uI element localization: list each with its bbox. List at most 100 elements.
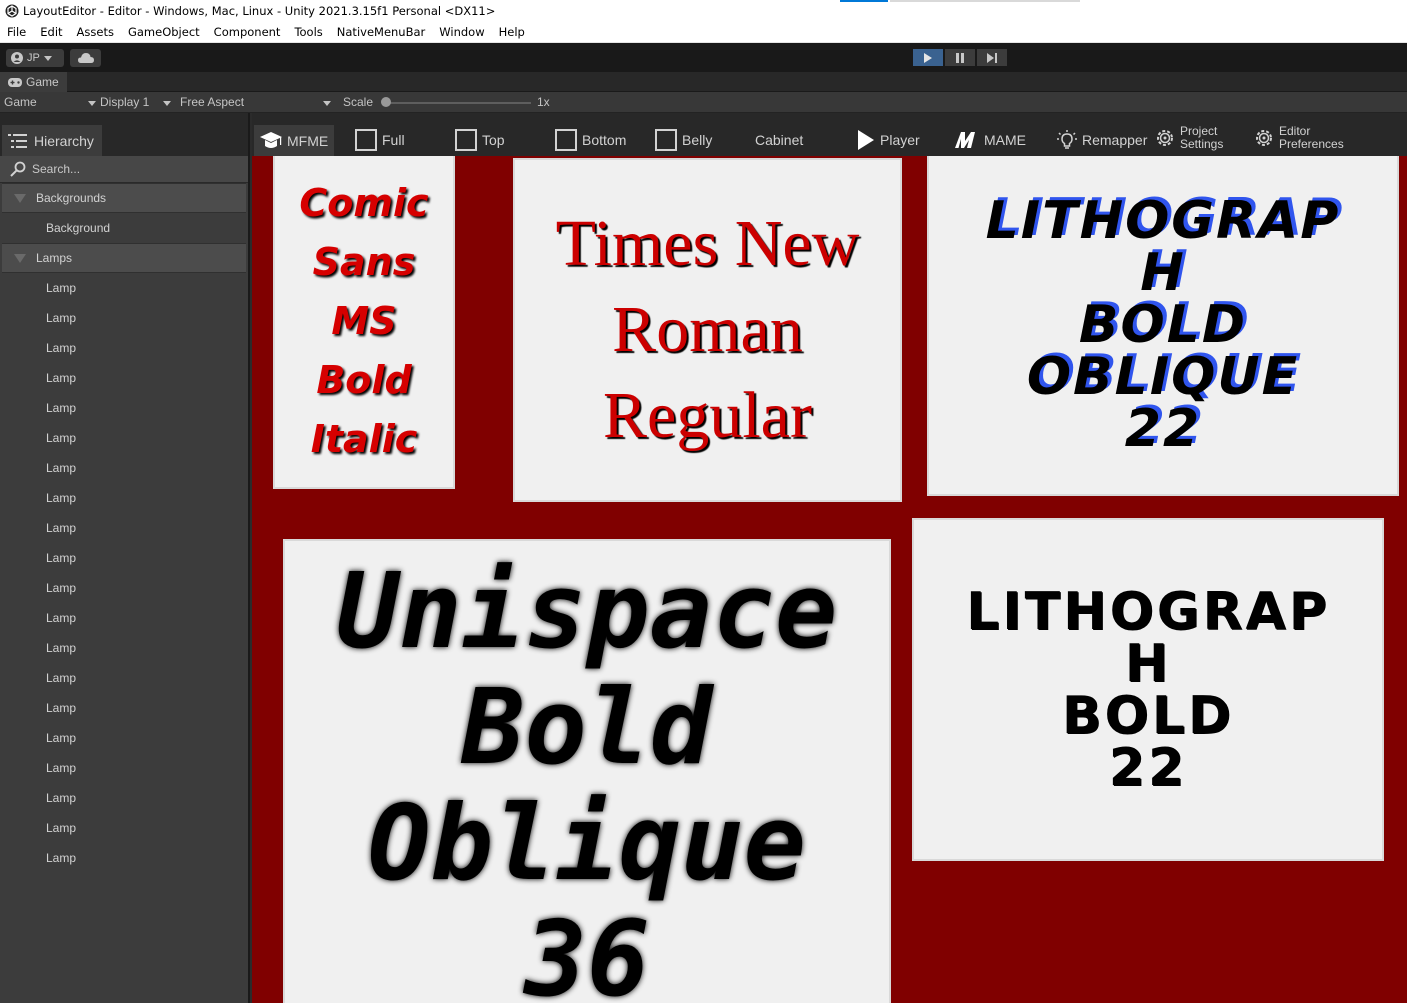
bottom-label: Bottom bbox=[582, 132, 627, 148]
text-panel-times-new-roman[interactable]: Times New Roman Regular bbox=[513, 158, 902, 502]
foldout-icon[interactable] bbox=[14, 253, 26, 263]
player-button[interactable]: Player bbox=[857, 127, 920, 153]
gear-icon bbox=[1256, 130, 1272, 146]
title-accent bbox=[840, 0, 888, 2]
menu-tools[interactable]: Tools bbox=[287, 25, 329, 39]
text-panel-comic-sans[interactable]: Comic Sans MS Bold Italic bbox=[273, 156, 455, 489]
list-item[interactable]: Lamp bbox=[0, 783, 248, 813]
list-item[interactable]: Lamp bbox=[0, 453, 248, 483]
list-item[interactable]: Lamp bbox=[0, 333, 248, 363]
list-item[interactable]: Background bbox=[0, 213, 248, 243]
remapper-button[interactable]: Remapper bbox=[1057, 127, 1147, 153]
game-canvas[interactable]: Comic Sans MS Bold Italic Times New Roma… bbox=[252, 156, 1407, 1003]
project-settings-button[interactable]: Project Settings bbox=[1155, 125, 1223, 151]
account-icon bbox=[11, 52, 23, 64]
list-item-label: Lamp bbox=[46, 821, 77, 835]
cabinet-label: Cabinet bbox=[755, 132, 804, 148]
top-checkbox[interactable] bbox=[455, 129, 477, 151]
menu-nativemenubar[interactable]: NativeMenuBar bbox=[330, 25, 432, 39]
text-panel-lithograph-bold[interactable]: LITHOGRAP H BOLD 22 bbox=[912, 518, 1384, 861]
editor-preferences-label: Editor Preferences bbox=[1279, 125, 1344, 151]
list-item[interactable]: Lamp bbox=[0, 543, 248, 573]
top-toggle[interactable]: Top bbox=[455, 127, 505, 153]
hierarchy-search[interactable]: Search... bbox=[0, 156, 248, 183]
project-settings-label: Project Settings bbox=[1180, 125, 1223, 151]
scale-slider-handle[interactable] bbox=[381, 97, 391, 107]
list-item-label: Lamp bbox=[46, 611, 77, 625]
gamepad-icon bbox=[8, 77, 22, 87]
list-item[interactable]: Lamp bbox=[0, 573, 248, 603]
menu-assets[interactable]: Assets bbox=[70, 25, 121, 39]
editor-preferences-button[interactable]: Editor Preferences bbox=[1254, 125, 1344, 151]
full-toggle[interactable]: Full bbox=[355, 127, 405, 153]
cloud-icon bbox=[77, 53, 94, 63]
list-item[interactable]: Lamp bbox=[0, 603, 248, 633]
gear-icon bbox=[1157, 130, 1173, 146]
text-panel-unispace[interactable]: Unispace Bold Oblique 36 bbox=[283, 539, 891, 1003]
panel-text-line: Italic bbox=[310, 417, 418, 461]
list-item-label: Lamp bbox=[46, 761, 77, 775]
list-item[interactable]: Lamp bbox=[0, 483, 248, 513]
panel-text-line: 22 bbox=[1108, 737, 1188, 798]
pause-button[interactable] bbox=[945, 49, 975, 66]
panel-text-line: 22 bbox=[1124, 399, 1202, 459]
list-item-label: Lamp bbox=[46, 461, 77, 475]
list-item[interactable]: Lamp bbox=[0, 633, 248, 663]
aspect-dropdown[interactable]: Free Aspect bbox=[180, 95, 332, 109]
menu-window[interactable]: Window bbox=[432, 25, 491, 39]
list-item[interactable]: Lamp bbox=[0, 423, 248, 453]
menu-gameobject[interactable]: GameObject bbox=[121, 25, 207, 39]
menu-file[interactable]: File bbox=[0, 25, 33, 39]
tab-mfme[interactable]: MFME bbox=[254, 125, 335, 156]
list-item[interactable]: Lamp bbox=[0, 303, 248, 333]
tab-hierarchy[interactable]: Hierarchy bbox=[2, 125, 102, 156]
hierarchy-list: Backgrounds Background Lamps Lamp Lamp L… bbox=[0, 183, 248, 873]
list-item[interactable]: Lamp bbox=[0, 723, 248, 753]
foldout-icon[interactable] bbox=[14, 193, 26, 203]
full-checkbox[interactable] bbox=[355, 129, 377, 151]
mame-button[interactable]: MAME bbox=[955, 127, 1026, 153]
mame-logo-icon bbox=[955, 132, 975, 148]
menu-component[interactable]: Component bbox=[207, 25, 288, 39]
list-item[interactable]: Lamp bbox=[0, 843, 248, 873]
menu-edit[interactable]: Edit bbox=[33, 25, 69, 39]
search-input[interactable]: Search... bbox=[32, 162, 80, 176]
list-item[interactable]: Lamp bbox=[0, 513, 248, 543]
belly-toggle[interactable]: Belly bbox=[655, 127, 712, 153]
text-panel-lithograph-oblique[interactable]: LITHOGRAP H BOLD OBLIQUE 22 bbox=[927, 156, 1399, 496]
panel-text-line: LITHOGRAP bbox=[966, 581, 1330, 642]
display-dropdown[interactable]: Display 1 bbox=[100, 95, 171, 109]
scale-label: Scale bbox=[343, 95, 374, 109]
list-item[interactable]: Lamp bbox=[0, 813, 248, 843]
list-item-label: Lamp bbox=[46, 731, 77, 745]
list-item[interactable]: Lamp bbox=[0, 753, 248, 783]
full-label: Full bbox=[382, 132, 405, 148]
list-item[interactable]: Lamp bbox=[0, 363, 248, 393]
scale-value: 1x bbox=[537, 95, 550, 109]
list-item[interactable]: Lamp bbox=[0, 393, 248, 423]
panel-text: Comic Sans MS Bold Italic bbox=[299, 174, 428, 469]
menu-help[interactable]: Help bbox=[492, 25, 532, 39]
cabinet-button[interactable]: Cabinet bbox=[755, 127, 803, 153]
account-dropdown[interactable]: JP bbox=[6, 49, 64, 67]
cloud-button[interactable] bbox=[70, 49, 101, 67]
scale-slider-track[interactable] bbox=[385, 102, 531, 104]
bottom-toggle[interactable]: Bottom bbox=[555, 127, 626, 153]
panel-text-line: Times New bbox=[555, 207, 860, 280]
game-mode-dropdown[interactable]: Game bbox=[4, 95, 97, 109]
tab-game[interactable]: Game bbox=[0, 72, 67, 92]
list-item-label: Lamp bbox=[46, 401, 77, 415]
list-item[interactable]: Lamp bbox=[0, 663, 248, 693]
hierarchy-group-lamps[interactable]: Lamps bbox=[2, 243, 246, 273]
list-item[interactable]: Lamp bbox=[0, 693, 248, 723]
step-button[interactable] bbox=[977, 49, 1007, 66]
belly-checkbox[interactable] bbox=[655, 129, 677, 151]
list-item[interactable]: Lamp bbox=[0, 273, 248, 303]
panel-text-line: BOLD bbox=[1061, 685, 1235, 746]
panel-text: Unispace Bold Oblique 36 bbox=[337, 553, 838, 1003]
hierarchy-tab-bar: Hierarchy bbox=[0, 113, 248, 156]
hierarchy-group-backgrounds[interactable]: Backgrounds bbox=[2, 183, 246, 213]
play-button[interactable] bbox=[913, 49, 943, 66]
bottom-checkbox[interactable] bbox=[555, 129, 577, 151]
aspect-label: Free Aspect bbox=[180, 95, 245, 109]
